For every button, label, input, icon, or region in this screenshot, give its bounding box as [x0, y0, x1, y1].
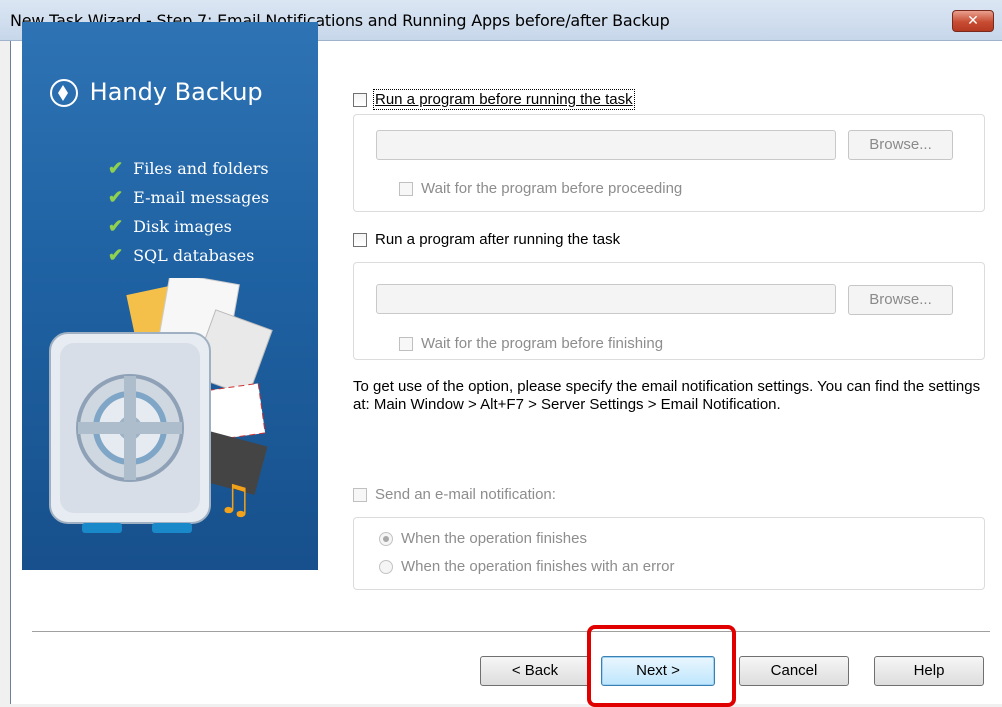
cancel-button[interactable]: Cancel — [739, 656, 849, 686]
close-icon: ✕ — [967, 12, 979, 28]
product-banner: Handy Backup ✔ Files and folders ✔ E-mail … — [22, 22, 318, 570]
run-before-label[interactable]: Run a program before running the task — [373, 89, 635, 110]
svg-text:♫: ♫ — [217, 477, 253, 523]
back-button[interactable]: < Back — [480, 656, 590, 686]
run-after-wait-row[interactable]: Wait for the program before finishing — [399, 335, 663, 352]
run-after-checkbox[interactable] — [353, 232, 367, 247]
run-after-path-input[interactable] — [376, 284, 836, 314]
run-before-row[interactable]: Run a program before running the task — [353, 89, 635, 110]
check-icon: ✔ — [108, 158, 124, 179]
email-option-finishes[interactable]: When the operation finishes — [379, 530, 587, 547]
product-logo: Handy Backup — [50, 78, 263, 107]
run-before-wait-label: Wait for the program before proceeding — [421, 180, 683, 197]
email-settings-info-text: To get use of the option, please specify… — [353, 378, 981, 413]
next-button-highlight — [587, 625, 736, 707]
run-after-wait-label: Wait for the program before finishing — [421, 335, 664, 352]
run-after-wait-checkbox[interactable] — [399, 336, 413, 351]
run-after-label[interactable]: Run a program after running the task — [375, 231, 620, 248]
email-option-error[interactable]: When the operation finishes with an erro… — [379, 558, 674, 575]
run-before-checkbox[interactable] — [353, 92, 367, 107]
radio-error[interactable] — [379, 559, 393, 574]
feature-item: ✔ Files and folders — [108, 158, 269, 179]
footer-separator — [32, 631, 990, 633]
close-button[interactable]: ✕ — [952, 10, 994, 32]
help-button[interactable]: Help — [874, 656, 984, 686]
email-notification-row[interactable]: Send an e-mail notification: — [353, 486, 556, 503]
email-options-group — [353, 517, 985, 590]
check-icon: ✔ — [108, 187, 124, 208]
check-icon: ✔ — [108, 245, 124, 266]
run-before-wait-row[interactable]: Wait for the program before proceeding — [399, 180, 682, 197]
run-before-group — [353, 114, 985, 212]
run-before-browse-button[interactable]: Browse... — [848, 130, 953, 160]
email-notification-checkbox[interactable] — [353, 487, 367, 502]
safe-illustration: ♫ — [49, 278, 273, 533]
feature-item: ✔ Disk images — [108, 216, 232, 237]
feature-item: ✔ SQL databases — [108, 245, 255, 266]
check-icon: ✔ — [108, 216, 124, 237]
logo-icon — [50, 79, 78, 107]
feature-list: ✔ Files and folders ✔ E-mail messages ✔ Dis… — [108, 154, 269, 270]
radio-finishes[interactable] — [379, 531, 393, 546]
logo-text: Handy Backup — [89, 78, 263, 106]
run-before-wait-checkbox[interactable] — [399, 181, 413, 196]
feature-item: ✔ E-mail messages — [108, 187, 270, 208]
run-after-browse-button[interactable]: Browse... — [848, 285, 953, 315]
email-notification-label: Send an e-mail notification: — [375, 486, 556, 503]
run-after-row[interactable]: Run a program after running the task — [353, 231, 620, 248]
run-before-path-input[interactable] — [376, 130, 836, 160]
